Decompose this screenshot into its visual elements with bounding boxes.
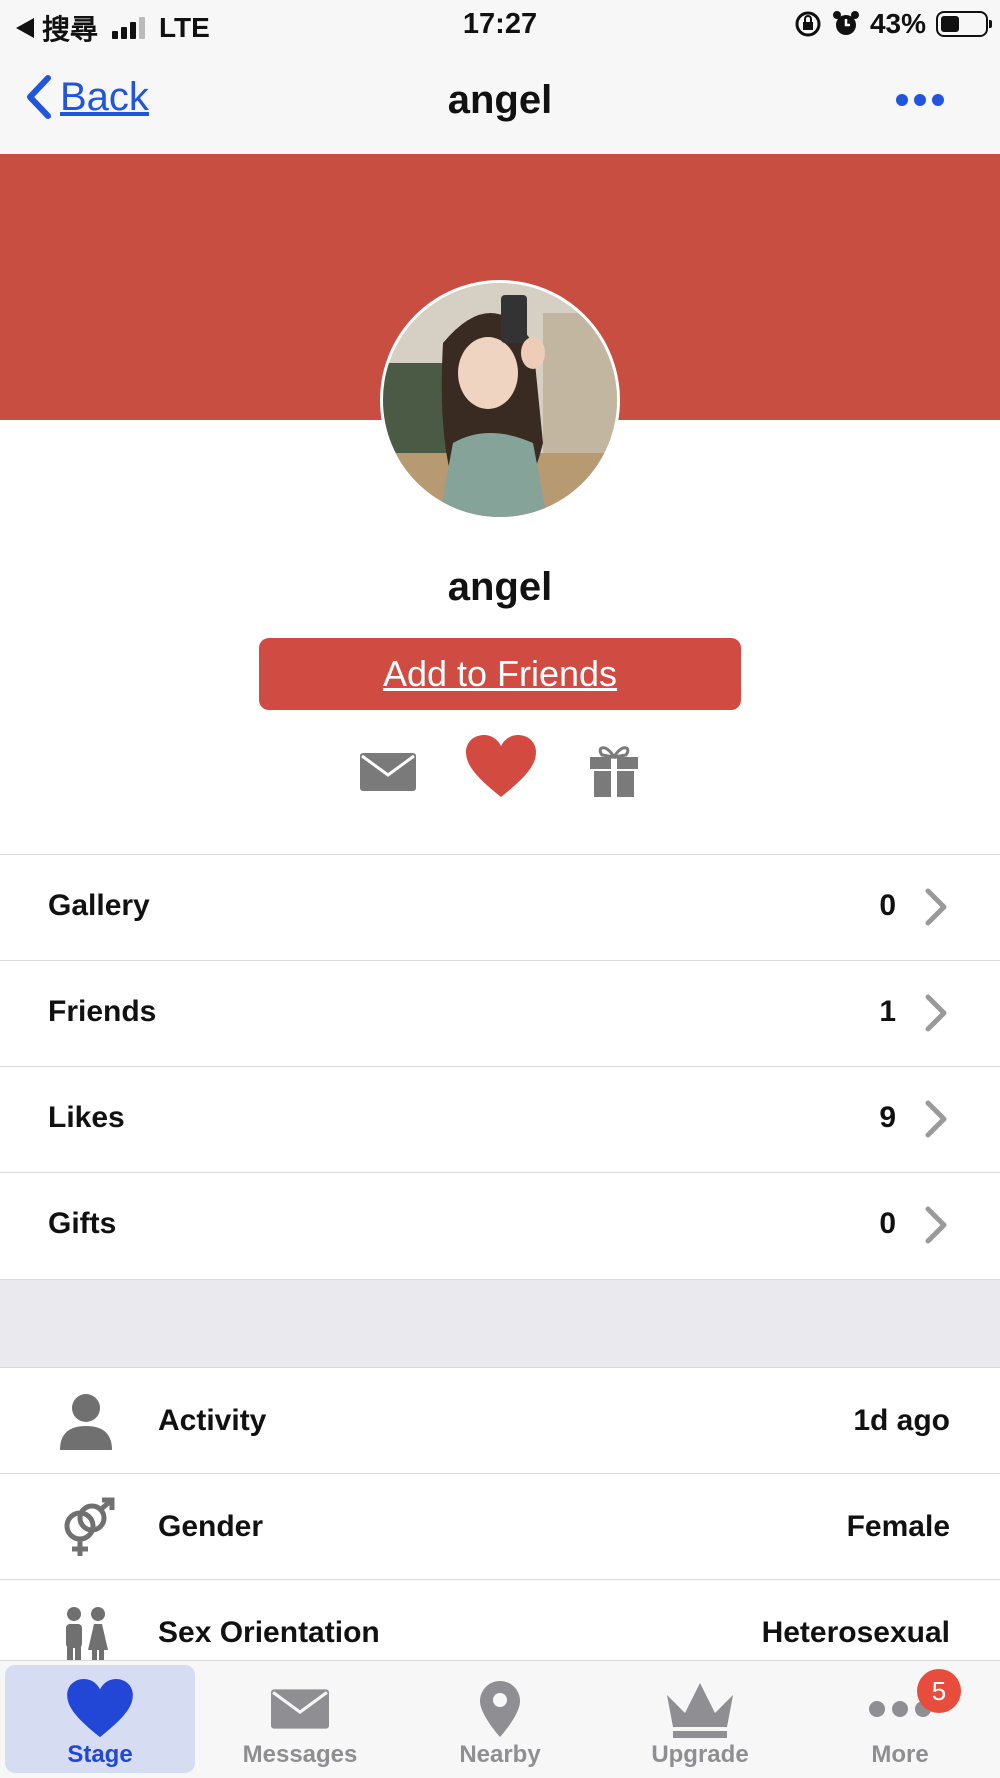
notification-badge: 5 <box>917 1669 961 1713</box>
row-label: Likes <box>48 1101 125 1134</box>
row-label: Friends <box>48 995 157 1028</box>
tab-label: Stage <box>67 1741 133 1768</box>
more-options-button[interactable] <box>896 94 944 106</box>
dot-icon <box>914 94 926 106</box>
avatar[interactable] <box>380 280 620 520</box>
couple-icon <box>66 1607 108 1664</box>
person-icon <box>60 1394 112 1450</box>
chevron-right-icon <box>925 994 947 1032</box>
tab-nearby[interactable]: Nearby <box>405 1665 595 1773</box>
battery-icon <box>936 11 992 37</box>
list-item-gallery[interactable]: Gallery 0 <box>0 854 1000 960</box>
crown-icon <box>667 1683 733 1738</box>
tab-more[interactable]: 5 More <box>805 1665 995 1773</box>
status-bar: 搜尋 LTE 17:27 43% <box>0 0 1000 52</box>
gift-icon[interactable] <box>588 741 640 802</box>
battery-percent: 43% <box>869 8 926 39</box>
info-label: Sex Orientation <box>158 1616 380 1649</box>
heart-icon <box>67 1679 133 1738</box>
page-title: angel <box>447 78 553 122</box>
profile-actions <box>0 735 1000 805</box>
info-label: Activity <box>158 1404 267 1437</box>
mail-icon[interactable] <box>360 753 416 796</box>
info-row-activity: Activity 1d ago <box>0 1367 1000 1473</box>
gender-icon <box>64 1497 115 1556</box>
add-to-friends-button[interactable]: Add to Friends <box>259 638 741 710</box>
location-pin-icon <box>480 1681 520 1737</box>
row-label: Gallery <box>48 889 150 922</box>
info-value: Female <box>846 1510 950 1543</box>
row-value: 1 <box>879 995 896 1028</box>
rotation-lock-icon <box>795 11 821 37</box>
info-row-gender: Gender Female <box>0 1473 1000 1579</box>
tab-label: Nearby <box>459 1741 541 1768</box>
tab-stage[interactable]: Stage <box>5 1665 195 1773</box>
tab-messages[interactable]: Messages <box>205 1665 395 1773</box>
tab-label: More <box>871 1741 929 1768</box>
status-right: 43% <box>794 8 992 40</box>
section-separator <box>0 1279 1000 1367</box>
list-item-likes[interactable]: Likes 9 <box>0 1066 1000 1172</box>
row-label: Gifts <box>48 1207 117 1240</box>
dot-icon <box>896 94 908 106</box>
navigation-bar: Back angel <box>0 52 1000 154</box>
heart-icon[interactable] <box>466 735 536 804</box>
chevron-right-icon <box>925 888 947 926</box>
chevron-right-icon <box>925 1100 947 1138</box>
dot-icon <box>932 94 944 106</box>
info-label: Gender <box>158 1510 264 1543</box>
list-item-gifts[interactable]: Gifts 0 <box>0 1172 1000 1278</box>
info-value: Heterosexual <box>761 1616 950 1649</box>
mail-icon <box>271 1689 329 1729</box>
chevron-right-icon <box>925 1206 947 1244</box>
profile-name: angel <box>447 565 553 609</box>
tab-label: Messages <box>242 1741 358 1768</box>
list-item-friends[interactable]: Friends 1 <box>0 960 1000 1066</box>
tab-label: Upgrade <box>651 1741 749 1768</box>
row-value: 0 <box>879 889 896 922</box>
alarm-icon <box>832 11 859 35</box>
row-value: 9 <box>879 1101 896 1134</box>
tab-bar: Stage Messages Nearby Upgrade 5 More <box>0 1660 1000 1778</box>
tab-upgrade[interactable]: Upgrade <box>605 1665 795 1773</box>
avatar-photo <box>383 283 617 517</box>
row-value: 0 <box>879 1207 896 1240</box>
info-value: 1d ago <box>853 1404 950 1437</box>
